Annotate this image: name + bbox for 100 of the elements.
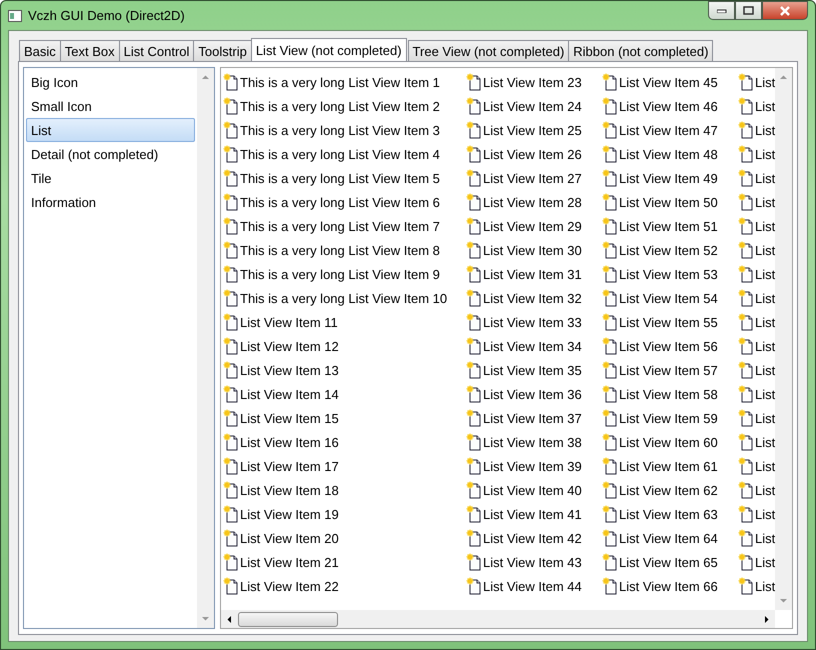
list-view-item[interactable]: List bbox=[738, 526, 775, 550]
list-view-item[interactable]: List View Item 18 bbox=[223, 478, 466, 502]
list-view-item[interactable]: List bbox=[738, 550, 775, 574]
list-view-item[interactable]: List View Item 43 bbox=[466, 550, 602, 574]
list-view-item[interactable]: List View Item 32 bbox=[466, 286, 602, 310]
list-view-item[interactable]: List View Item 24 bbox=[466, 94, 602, 118]
list-view-item[interactable]: List View Item 66 bbox=[602, 574, 738, 598]
list-view-item[interactable]: List View Item 46 bbox=[602, 94, 738, 118]
list-view-item[interactable]: List bbox=[738, 94, 775, 118]
list-view-item[interactable]: This is a very long List View Item 2 bbox=[223, 94, 466, 118]
list-view-item[interactable]: List bbox=[738, 166, 775, 190]
list-view-item[interactable]: List View Item 44 bbox=[466, 574, 602, 598]
list-view-item[interactable]: List View Item 11 bbox=[223, 310, 466, 334]
tab[interactable]: Ribbon (not completed) bbox=[568, 40, 714, 61]
list-view-item[interactable]: List bbox=[738, 574, 775, 598]
vertical-scrollbar[interactable] bbox=[775, 68, 792, 610]
up-arrow-icon[interactable] bbox=[779, 73, 788, 82]
list-view-item[interactable]: List View Item 29 bbox=[466, 214, 602, 238]
list-view-item[interactable]: List View Item 45 bbox=[602, 70, 738, 94]
list-view-item[interactable]: List View Item 26 bbox=[466, 142, 602, 166]
list-view-item[interactable]: List View Item 25 bbox=[466, 118, 602, 142]
vertical-scrollbar[interactable] bbox=[197, 68, 214, 628]
list-view-item[interactable]: This is a very long List View Item 8 bbox=[223, 238, 466, 262]
list-view-item[interactable]: List View Item 28 bbox=[466, 190, 602, 214]
list-view-item[interactable]: List View Item 38 bbox=[466, 430, 602, 454]
tab[interactable]: Toolstrip bbox=[193, 40, 252, 61]
list-view-item[interactable]: List View Item 15 bbox=[223, 406, 466, 430]
list-view-item[interactable]: This is a very long List View Item 10 bbox=[223, 286, 466, 310]
minimize-button[interactable] bbox=[708, 1, 735, 20]
tab[interactable]: Basic bbox=[19, 40, 61, 61]
list-view-item[interactable]: List bbox=[738, 262, 775, 286]
list-view-item[interactable]: List bbox=[738, 142, 775, 166]
list-view-item[interactable]: This is a very long List View Item 7 bbox=[223, 214, 466, 238]
horizontal-scrollbar[interactable] bbox=[221, 610, 775, 628]
view-mode-option[interactable]: Big Icon bbox=[26, 70, 195, 94]
view-mode-option[interactable]: Information bbox=[26, 190, 195, 214]
list-view-item[interactable]: List View Item 61 bbox=[602, 454, 738, 478]
tab[interactable]: Text Box bbox=[60, 40, 120, 61]
list-view-item[interactable]: List View Item 48 bbox=[602, 142, 738, 166]
left-arrow-icon[interactable] bbox=[225, 614, 234, 624]
list-view-item[interactable]: This is a very long List View Item 4 bbox=[223, 142, 466, 166]
list-view-item[interactable]: List View Item 50 bbox=[602, 190, 738, 214]
list-view-item[interactable]: This is a very long List View Item 3 bbox=[223, 118, 466, 142]
list-view-item[interactable]: List View Item 64 bbox=[602, 526, 738, 550]
list-view-item[interactable]: List bbox=[738, 190, 775, 214]
list-view-item[interactable]: List View Item 14 bbox=[223, 382, 466, 406]
tab[interactable]: List Control bbox=[118, 40, 194, 61]
list-view-item[interactable]: List bbox=[738, 358, 775, 382]
list-view-item[interactable]: List View Item 65 bbox=[602, 550, 738, 574]
list-view-item[interactable]: List View Item 17 bbox=[223, 454, 466, 478]
list-view-item[interactable]: List View Item 51 bbox=[602, 214, 738, 238]
list-view-item[interactable]: List bbox=[738, 238, 775, 262]
list-view-item[interactable]: List View Item 57 bbox=[602, 358, 738, 382]
list-view-item[interactable]: List bbox=[738, 502, 775, 526]
list-view-item[interactable]: List View Item 31 bbox=[466, 262, 602, 286]
list-view-item[interactable]: List View Item 62 bbox=[602, 478, 738, 502]
list-view-item[interactable]: List View Item 47 bbox=[602, 118, 738, 142]
tab[interactable]: List View (not completed) bbox=[250, 38, 407, 61]
view-mode-option[interactable]: Detail (not completed) bbox=[26, 142, 195, 166]
maximize-button[interactable] bbox=[735, 1, 762, 20]
list-view-item[interactable]: List View Item 22 bbox=[223, 574, 466, 598]
list-view-item[interactable]: List View Item 56 bbox=[602, 334, 738, 358]
list-view-item[interactable]: List View Item 49 bbox=[602, 166, 738, 190]
view-mode-option[interactable]: Tile bbox=[26, 166, 195, 190]
scrollbar-thumb[interactable] bbox=[238, 612, 338, 626]
list-view-item[interactable]: List bbox=[738, 310, 775, 334]
up-arrow-icon[interactable] bbox=[201, 73, 210, 82]
list-view-item[interactable]: List View Item 36 bbox=[466, 382, 602, 406]
list-view-item[interactable]: List View Item 58 bbox=[602, 382, 738, 406]
list-view-item[interactable]: List bbox=[738, 334, 775, 358]
list-view-item[interactable]: List View Item 23 bbox=[466, 70, 602, 94]
list-view-item[interactable]: This is a very long List View Item 1 bbox=[223, 70, 466, 94]
list-view-item[interactable]: List bbox=[738, 214, 775, 238]
list-view-item[interactable]: List View Item 35 bbox=[466, 358, 602, 382]
list-view-item[interactable]: List View Item 19 bbox=[223, 502, 466, 526]
list-view-item[interactable]: List bbox=[738, 382, 775, 406]
list-view-item[interactable]: List View Item 39 bbox=[466, 454, 602, 478]
list-view-item[interactable]: List bbox=[738, 70, 775, 94]
list-view-item[interactable]: List View Item 37 bbox=[466, 406, 602, 430]
list-view-item[interactable]: This is a very long List View Item 6 bbox=[223, 190, 466, 214]
list-view-item[interactable]: List View Item 20 bbox=[223, 526, 466, 550]
tab[interactable]: Tree View (not completed) bbox=[408, 40, 570, 61]
list-view-item[interactable]: List View Item 54 bbox=[602, 286, 738, 310]
view-mode-option[interactable]: List bbox=[26, 118, 195, 142]
list-view-item[interactable]: List View Item 52 bbox=[602, 238, 738, 262]
list-view-item[interactable]: List View Item 21 bbox=[223, 550, 466, 574]
down-arrow-icon[interactable] bbox=[201, 614, 210, 623]
list-view-item[interactable]: List View Item 34 bbox=[466, 334, 602, 358]
list-view-item[interactable]: List View Item 27 bbox=[466, 166, 602, 190]
view-mode-option[interactable]: Small Icon bbox=[26, 94, 195, 118]
list-view-item[interactable]: List View Item 13 bbox=[223, 358, 466, 382]
list-view-item[interactable]: List bbox=[738, 118, 775, 142]
close-button[interactable] bbox=[762, 1, 808, 20]
list-view-item[interactable]: List View Item 30 bbox=[466, 238, 602, 262]
list-view-item[interactable]: List View Item 60 bbox=[602, 430, 738, 454]
list-view-item[interactable]: List View Item 40 bbox=[466, 478, 602, 502]
list-view-item[interactable]: List bbox=[738, 406, 775, 430]
list-view-item[interactable]: This is a very long List View Item 5 bbox=[223, 166, 466, 190]
list-view-item[interactable]: List View Item 16 bbox=[223, 430, 466, 454]
list-view-item[interactable]: List View Item 53 bbox=[602, 262, 738, 286]
